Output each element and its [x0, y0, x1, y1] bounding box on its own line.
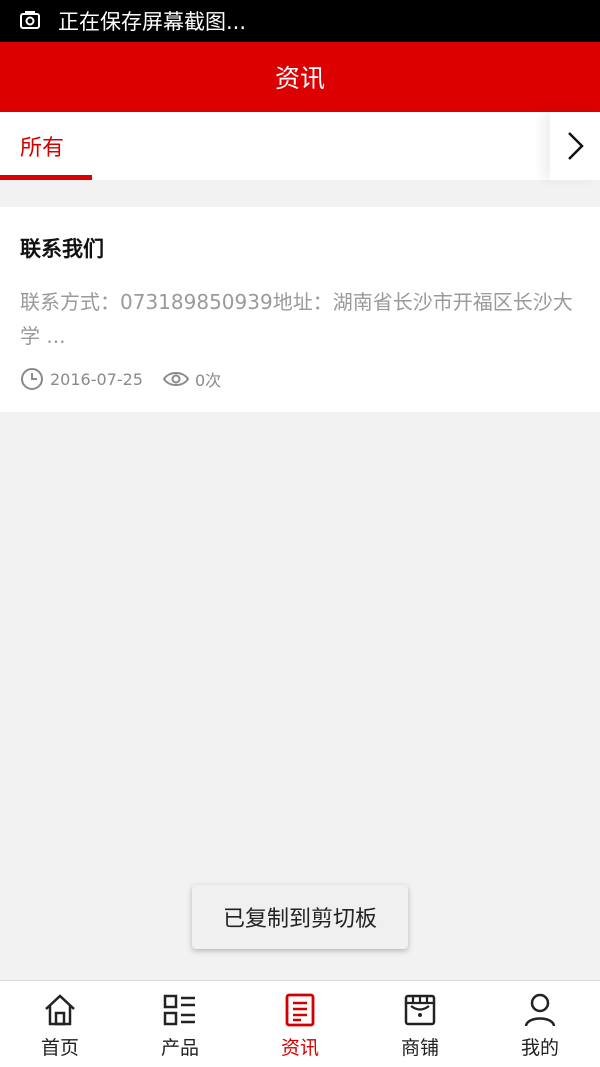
category-more-button[interactable]: [550, 112, 600, 180]
news-summary: 联系方式：073189850939地址：湖南省长沙市开福区长沙大学 ...: [20, 290, 573, 348]
page-title: 资讯: [274, 64, 325, 93]
tab-all[interactable]: 所有: [0, 112, 92, 180]
news-views-count: 0次: [194, 371, 222, 390]
tab-profile[interactable]: 我的: [480, 981, 600, 1067]
news-date: 2016-07-25: [50, 369, 143, 389]
app-header: 资讯: [0, 42, 600, 112]
toast-text: 已复制到剪切板: [222, 907, 377, 932]
tab-home-label: 首页: [40, 1037, 79, 1059]
tab-products-label: 产品: [160, 1037, 199, 1059]
tab-products[interactable]: 产品: [120, 981, 240, 1067]
tab-shop[interactable]: 商铺: [360, 981, 480, 1067]
news-title[interactable]: 联系我们: [20, 233, 104, 263]
active-tab-indicator: [0, 175, 92, 180]
toast-message: 已复制到剪切板: [192, 885, 408, 949]
news-icon: [285, 993, 315, 1027]
tab-news[interactable]: 资讯: [240, 981, 360, 1067]
tab-home[interactable]: 首页: [0, 981, 120, 1067]
tab-news-label: 资讯: [280, 1037, 319, 1059]
chevron-right-icon: [568, 132, 584, 160]
news-views: 0次: [162, 367, 222, 391]
tab-shop-label: 商铺: [400, 1037, 439, 1059]
status-text: 正在保存屏幕截图...: [58, 10, 247, 34]
bottom-tab-bar: 首页 产品 资讯 商铺 我的: [0, 980, 600, 1067]
screenshot-icon: [20, 11, 40, 29]
eye-icon: [162, 369, 189, 389]
category-bar: 所有: [0, 112, 600, 180]
list-icon: [163, 994, 195, 1026]
shop-icon: [404, 994, 436, 1026]
status-bar: 正在保存屏幕截图...: [0, 0, 600, 42]
user-icon: [524, 993, 556, 1027]
clock-icon: [20, 367, 44, 391]
news-meta: 2016-07-25 0次: [20, 367, 221, 391]
news-list-item[interactable]: 联系我们 联系方式：073189850939地址：湖南省长沙市开福区长沙大学 .…: [0, 207, 600, 412]
home-icon: [45, 994, 75, 1026]
tab-profile-label: 我的: [520, 1037, 559, 1059]
tab-all-label: 所有: [20, 136, 65, 161]
